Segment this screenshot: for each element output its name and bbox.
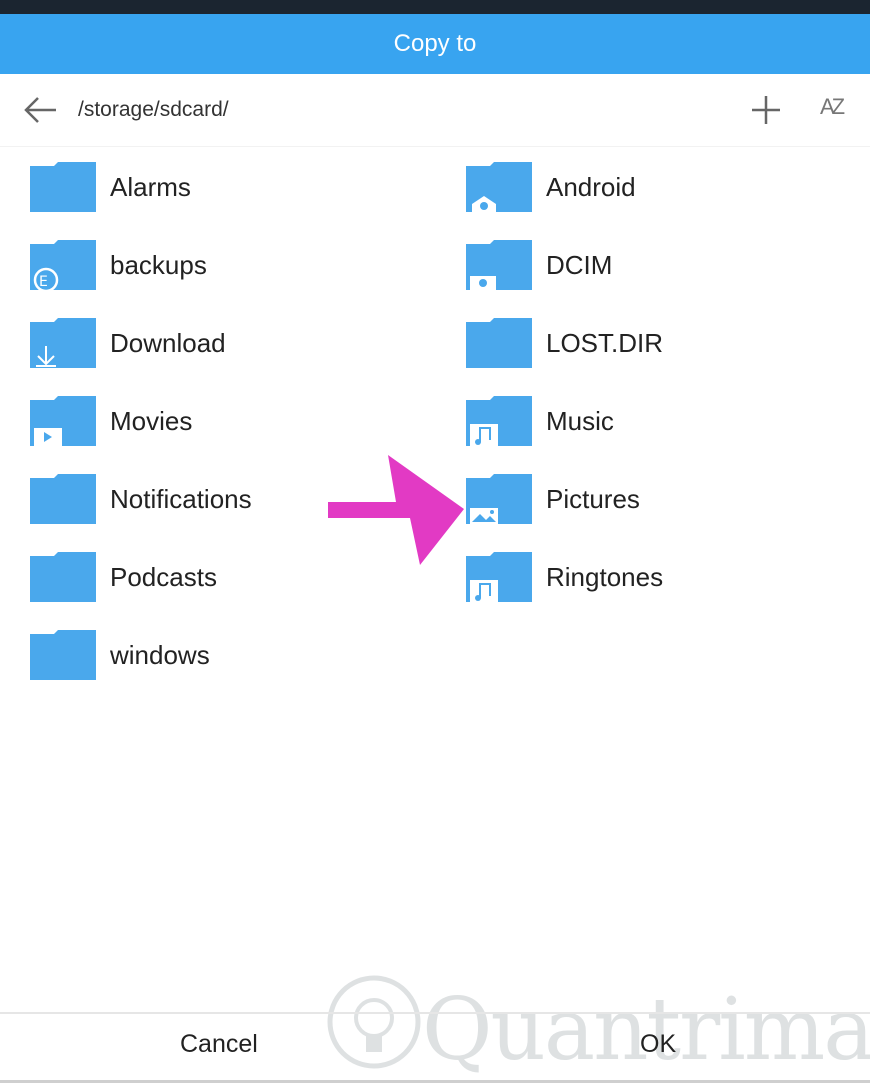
folder-icon: [30, 630, 96, 680]
watermark: Quantrimang: [326, 962, 870, 1086]
folder-item-dcim[interactable]: DCIM: [466, 235, 612, 295]
folder-music-icon: [466, 396, 532, 446]
folder-icon: [30, 474, 96, 524]
lightbulb-logo-icon: [327, 975, 421, 1069]
folder-name: Notifications: [110, 483, 252, 514]
folder-android-icon: [466, 162, 532, 212]
folder-icon: [30, 162, 96, 212]
folder-name: Alarms: [110, 171, 191, 202]
folder-camera-icon: [466, 240, 532, 290]
folder-name: Download: [110, 327, 226, 358]
folder-name: backups: [110, 249, 207, 280]
folder-item-podcasts[interactable]: Podcasts: [30, 547, 217, 607]
folder-name: Ringtones: [546, 561, 664, 592]
folder-icon: [30, 552, 96, 602]
cancel-button[interactable]: Cancel: [180, 1030, 258, 1059]
folder-item-download[interactable]: Download: [30, 313, 226, 373]
sort-button[interactable]: AZ: [820, 94, 845, 120]
folder-name: Music: [546, 405, 614, 436]
folder-image-icon: [466, 474, 532, 524]
folder-name: Podcasts: [110, 561, 217, 592]
folder-name: DCIM: [546, 249, 613, 280]
svg-text:E: E: [39, 274, 48, 290]
folder-name: windows: [110, 639, 210, 670]
folder-name: Movies: [110, 405, 193, 436]
folder-item-ringtones[interactable]: Ringtones: [466, 547, 663, 607]
dialog-title-text: Copy to: [393, 30, 477, 57]
footer-divider: [0, 1012, 870, 1014]
folder-item-alarms[interactable]: Alarms: [30, 157, 191, 217]
path-bar: /storage/sdcard/ AZ: [0, 74, 870, 147]
ok-button[interactable]: OK: [640, 1030, 676, 1059]
folder-item-music[interactable]: Music: [466, 391, 614, 451]
folder-item-notifications[interactable]: Notifications: [30, 469, 252, 529]
current-path: /storage/sdcard/: [78, 98, 229, 121]
new-folder-button[interactable]: [748, 92, 784, 128]
folder-music-icon: [466, 552, 532, 602]
folder-item-android[interactable]: Android: [466, 157, 636, 217]
status-bar: [0, 0, 870, 14]
folder-video-icon: [30, 396, 96, 446]
plus-icon: [752, 96, 780, 124]
folder-item-windows[interactable]: windows: [30, 625, 210, 685]
folder-item-backups[interactable]: E backups: [30, 235, 207, 295]
arrow-left-icon: [24, 97, 56, 123]
folder-download-icon: [30, 318, 96, 368]
folder-item-lost-dir[interactable]: LOST.DIR: [466, 313, 663, 373]
folder-item-pictures[interactable]: Pictures: [466, 469, 640, 529]
folder-name: Pictures: [546, 483, 640, 514]
folder-name: LOST.DIR: [546, 327, 664, 358]
folder-es-icon: E: [30, 240, 96, 290]
arrow-right-annotation-icon: [328, 455, 464, 565]
footer-bottom-edge: [0, 1080, 870, 1083]
folder-name: Android: [546, 171, 636, 202]
folder-item-movies[interactable]: Movies: [30, 391, 192, 451]
dialog-title: Copy to: [0, 14, 870, 74]
folder-icon: [466, 318, 532, 368]
back-button[interactable]: [22, 94, 58, 126]
